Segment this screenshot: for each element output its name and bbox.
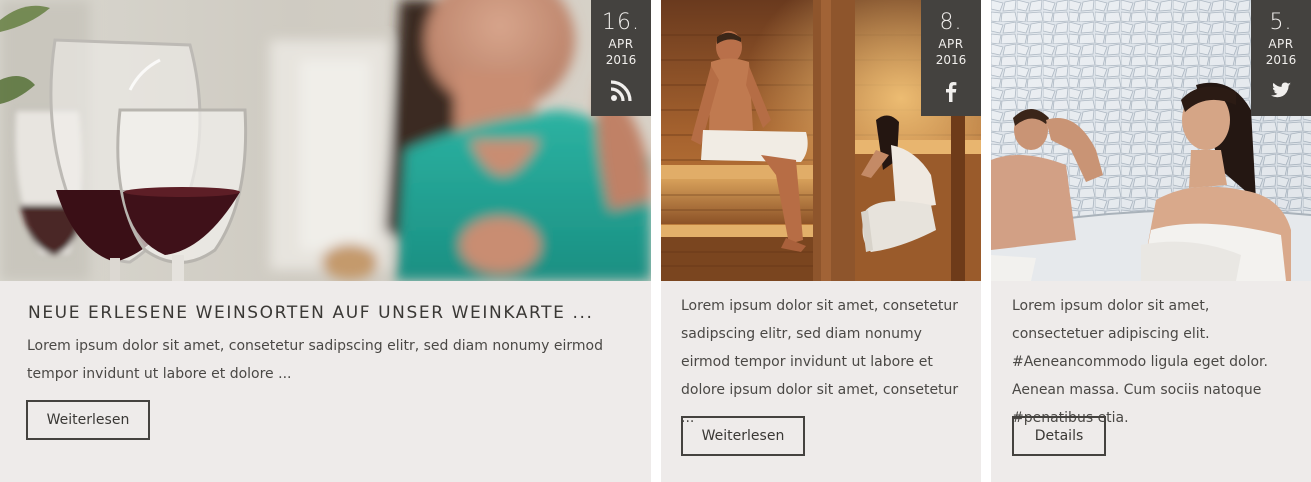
card-excerpt: Lorem ipsum dolor sit amet, consetetur s… xyxy=(681,298,959,426)
facebook-icon[interactable] xyxy=(940,80,962,102)
date-badge: 8. APR 2016 xyxy=(921,0,981,116)
date-day: 16. xyxy=(602,10,640,35)
read-more-button[interactable]: Weiterlesen xyxy=(26,400,150,440)
card-excerpt: Lorem ipsum dolor sit amet, consectetuer… xyxy=(1012,298,1268,426)
card-excerpt: Lorem ipsum dolor sit amet, consetetur s… xyxy=(27,338,603,382)
wine-glasses-photo[interactable] xyxy=(0,0,651,281)
date-year: 2016 xyxy=(935,53,967,67)
date-month: APR xyxy=(1268,37,1294,51)
date-year: 2016 xyxy=(605,53,637,67)
news-card-sauna: 8. APR 2016 Lorem ipsum dolor sit amet, … xyxy=(661,0,981,482)
twitter-icon[interactable] xyxy=(1270,80,1292,102)
date-month: APR xyxy=(938,37,964,51)
read-more-button[interactable]: Weiterlesen xyxy=(681,416,805,456)
news-card-wine: 16. APR 2016 NEUE ERLESENE WEINSORTEN AU… xyxy=(0,0,651,482)
card-title[interactable]: NEUE ERLESENE WEINSORTEN AUF UNSER WEINK… xyxy=(28,303,594,323)
date-badge: 5. APR 2016 xyxy=(1251,0,1311,116)
details-button[interactable]: Details xyxy=(1012,416,1106,456)
date-year: 2016 xyxy=(1265,53,1297,67)
news-card-steam-bath: 5. APR 2016 Lorem ipsum dolor sit amet, … xyxy=(991,0,1311,482)
rss-icon[interactable] xyxy=(610,80,632,102)
date-badge: 16. APR 2016 xyxy=(591,0,651,116)
date-month: APR xyxy=(608,37,634,51)
date-day: 8. xyxy=(939,10,963,35)
date-day: 5. xyxy=(1269,10,1293,35)
